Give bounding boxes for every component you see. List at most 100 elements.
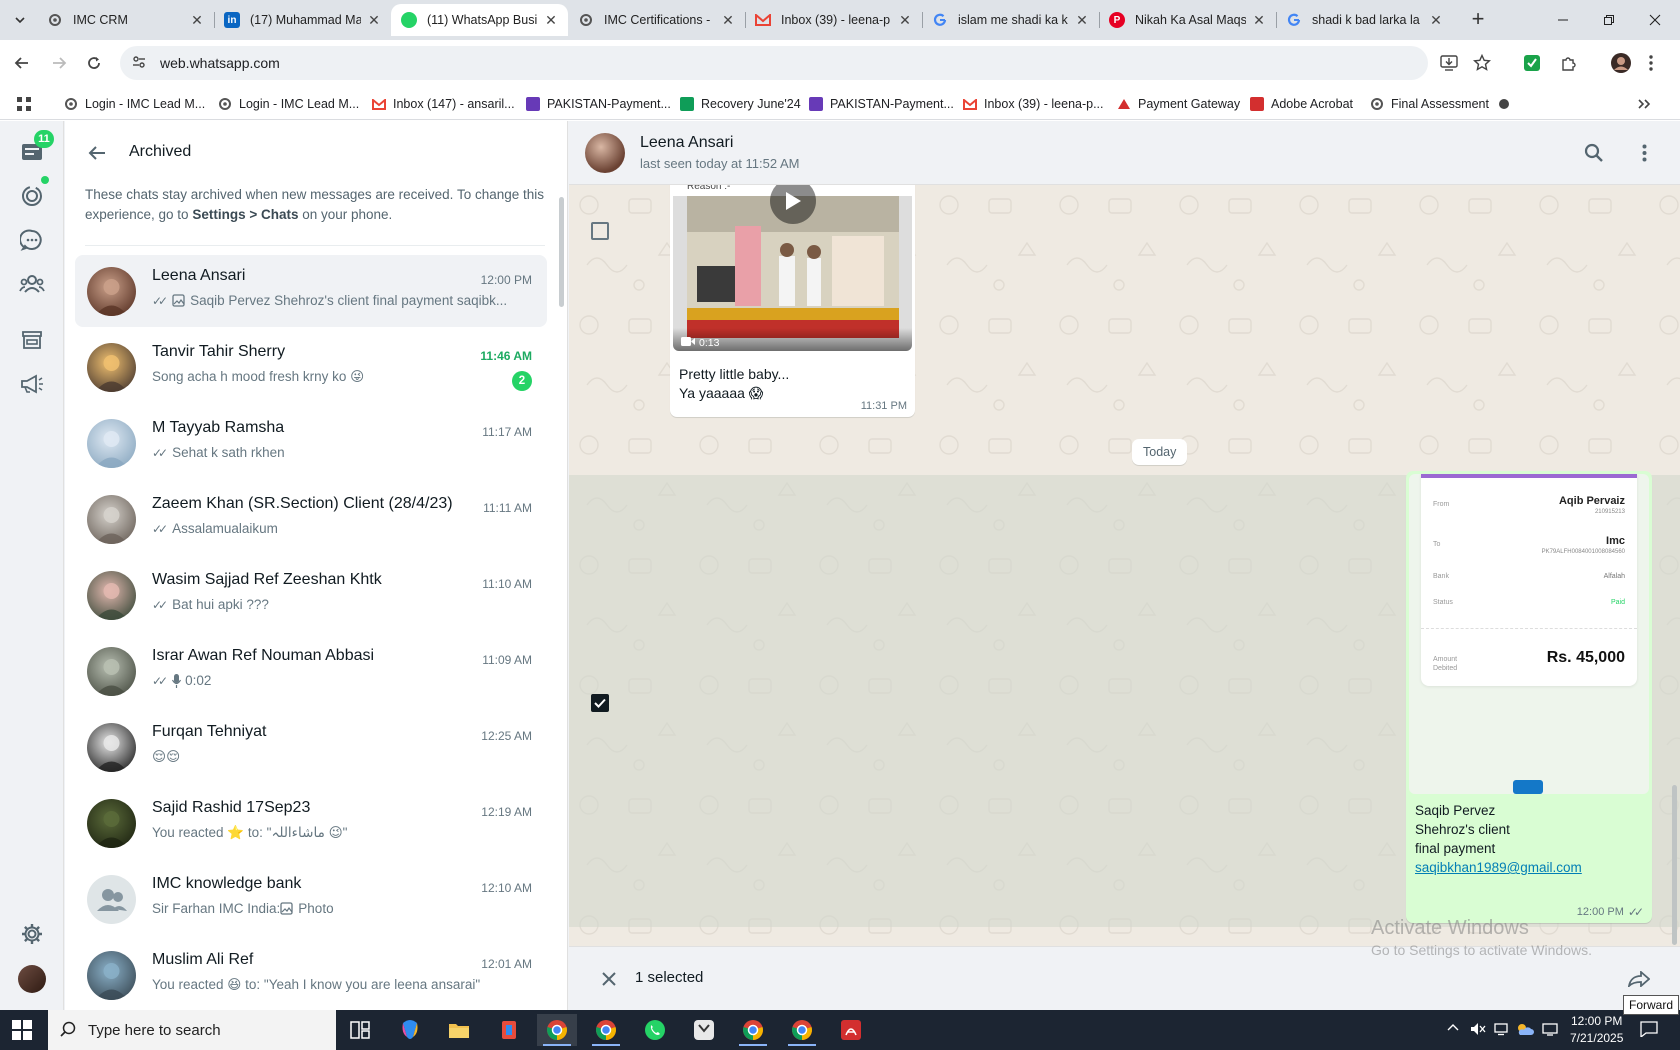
task-view-icon[interactable] <box>340 1014 380 1046</box>
chat-list-item[interactable]: Muslim Ali Ref 12:01 AM You reacted 😆 to: … <box>75 939 547 1010</box>
address-bar[interactable]: web.whatsapp.com <box>120 46 1428 80</box>
contact-avatar[interactable] <box>87 267 136 316</box>
new-tab-button[interactable]: + <box>1464 6 1492 34</box>
close-window-icon[interactable] <box>1632 0 1678 40</box>
menu-kebab-icon[interactable] <box>1632 141 1656 165</box>
taskbar-search-box[interactable]: Type here to search <box>48 1010 336 1050</box>
forward-arrow-icon[interactable] <box>46 50 72 76</box>
contact-avatar[interactable] <box>87 571 136 620</box>
network-icon[interactable] <box>1542 1022 1558 1039</box>
bookmark-star-icon[interactable] <box>1470 51 1494 75</box>
restore-window-icon[interactable] <box>1586 0 1632 40</box>
tab-search-chevron-icon[interactable] <box>8 8 32 32</box>
close-tab-icon[interactable]: ✕ <box>1252 12 1266 29</box>
copilot-icon[interactable] <box>390 1014 430 1046</box>
profile-avatar-icon[interactable] <box>1609 51 1633 75</box>
browser-tab[interactable]: IMC Certifications - ✕ <box>568 4 745 36</box>
contact-avatar[interactable] <box>87 951 136 1000</box>
bookmark-item[interactable]: PAKISTAN-Payment... <box>526 93 671 115</box>
communities-icon[interactable] <box>18 270 46 298</box>
back-arrow-icon[interactable] <box>9 50 35 76</box>
acrobat-icon[interactable] <box>831 1014 871 1046</box>
bookmark-item[interactable]: PAKISTAN-Payment... <box>809 93 954 115</box>
volume-muted-icon[interactable] <box>1470 1022 1486 1039</box>
contact-avatar[interactable] <box>87 343 136 392</box>
bookmark-item[interactable]: Adobe Acrobat <box>1250 93 1353 115</box>
clock-app-icon[interactable] <box>684 1014 724 1046</box>
bookmark-item[interactable]: Login - IMC Lead M... <box>218 93 359 115</box>
apps-grid-icon[interactable] <box>16 93 32 115</box>
contact-avatar[interactable] <box>87 419 136 468</box>
sidebar-scrollbar[interactable] <box>559 197 564 307</box>
extension-green-icon[interactable] <box>1520 51 1544 75</box>
browser-tab[interactable]: P Nikah Ka Asal Maqs ✕ <box>1099 4 1276 36</box>
close-tab-icon[interactable]: ✕ <box>190 12 204 29</box>
minimize-window-icon[interactable] <box>1540 0 1586 40</box>
my-profile-avatar[interactable] <box>18 965 46 993</box>
contact-avatar[interactable] <box>585 133 625 173</box>
select-message-checkbox[interactable] <box>591 222 609 240</box>
bookmark-extra-icon[interactable] <box>1497 93 1511 115</box>
chat-list-item[interactable]: M Tayyab Ramsha 11:17 AM ✓✓ Sehat k sath rk… <box>75 407 547 479</box>
notifications-icon[interactable] <box>1640 1021 1658 1040</box>
close-tab-icon[interactable]: ✕ <box>1075 12 1089 29</box>
cancel-selection-close-icon[interactable] <box>597 967 621 991</box>
close-tab-icon[interactable]: ✕ <box>1429 12 1443 29</box>
windows-start-icon[interactable] <box>12 1020 32 1040</box>
settings-gear-icon[interactable] <box>18 920 46 948</box>
contact-avatar[interactable] <box>87 495 136 544</box>
contact-avatar[interactable] <box>87 647 136 696</box>
message-area[interactable]: Reason :- 0:13 Pretty little baby... Ya … <box>569 185 1680 946</box>
browser-tab[interactable]: IMC CRM ✕ <box>37 4 214 36</box>
install-app-icon[interactable] <box>1437 51 1461 75</box>
chrome-icon[interactable] <box>782 1014 822 1046</box>
taskbar-app-icon[interactable] <box>489 1014 529 1046</box>
chat-list-item[interactable]: Zaeem Khan (SR.Section) Client (28/4/23)… <box>75 483 547 555</box>
close-tab-icon[interactable]: ✕ <box>367 12 381 29</box>
browser-tab[interactable]: (11) WhatsApp Busi ✕ <box>391 4 568 36</box>
search-icon[interactable] <box>1582 141 1606 165</box>
status-icon[interactable] <box>18 182 46 210</box>
extensions-puzzle-icon[interactable] <box>1557 51 1581 75</box>
chat-list-item[interactable]: Tanvir Tahir Sherry 11:46 AM Song acha h m… <box>75 331 547 403</box>
chrome-icon[interactable] <box>586 1014 626 1046</box>
incoming-video-message[interactable]: Reason :- 0:13 Pretty little baby... Ya … <box>670 185 915 417</box>
select-message-checkbox-checked[interactable] <box>591 694 609 712</box>
browser-tab[interactable]: islam me shadi ka k ✕ <box>922 4 1099 36</box>
back-arrow-icon[interactable] <box>85 141 109 165</box>
chat-list-item[interactable]: Furqan Tehniyat 12:25 AM 😌😌 <box>75 711 547 783</box>
bookmark-item[interactable]: Inbox (39) - leena-p... <box>963 93 1104 115</box>
close-tab-icon[interactable]: ✕ <box>544 12 558 29</box>
chrome-icon[interactable] <box>537 1014 577 1046</box>
whatsapp-icon[interactable] <box>635 1014 675 1046</box>
chat-list-item[interactable]: Wasim Sajjad Ref Zeeshan Khtk 11:10 AM ✓✓ B… <box>75 559 547 631</box>
file-explorer-icon[interactable] <box>439 1014 479 1046</box>
contact-avatar[interactable] <box>87 723 136 772</box>
taskbar-clock[interactable]: 12:00 PM 7/21/2025 <box>1570 1013 1623 1047</box>
video-thumbnail[interactable]: Reason :- 0:13 <box>673 185 912 351</box>
browser-tab[interactable]: Inbox (39) - leena-p ✕ <box>745 4 922 36</box>
contact-avatar[interactable] <box>87 799 136 848</box>
bookmark-item[interactable]: Payment Gateway <box>1117 93 1240 115</box>
browser-menu-icon[interactable] <box>1639 51 1663 75</box>
chat-list-item[interactable]: Sajid Rashid 17Sep23 12:19 AM You reacted … <box>75 787 547 859</box>
chrome-icon[interactable] <box>733 1014 773 1046</box>
site-settings-icon[interactable] <box>132 55 146 72</box>
forward-icon[interactable] <box>1627 967 1651 991</box>
bookmark-item[interactable]: Recovery June'24 <box>680 93 801 115</box>
close-tab-icon[interactable]: ✕ <box>721 12 735 29</box>
payment-receipt-image[interactable]: From Aqib Pervaiz 210915213 To Imc PK79A… <box>1409 474 1649 794</box>
channels-icon[interactable] <box>18 226 46 254</box>
chat-list-item[interactable]: IMC knowledge bank 12:10 AM Sir Farhan IMC… <box>75 863 547 935</box>
bookmark-item[interactable]: Login - IMC Lead M... <box>64 93 205 115</box>
outgoing-image-message[interactable]: From Aqib Pervaiz 210915213 To Imc PK79A… <box>1406 471 1652 923</box>
business-tools-icon[interactable] <box>18 326 46 354</box>
tray-overflow-chevron-icon[interactable] <box>1447 1022 1459 1035</box>
browser-tab[interactable]: shadi k bad larka la ✕ <box>1276 4 1453 36</box>
conversation-scrollbar[interactable] <box>1672 785 1677 945</box>
bookmark-item[interactable]: Inbox (147) - ansaril... <box>372 93 515 115</box>
conversation-header[interactable]: Leena Ansari last seen today at 11:52 AM <box>569 121 1680 185</box>
display-icon[interactable] <box>1494 1022 1508 1039</box>
advertise-megaphone-icon[interactable] <box>18 370 46 398</box>
chat-list-item[interactable]: Israr Awan Ref Nouman Abbasi 11:09 AM ✓✓ 0:… <box>75 635 547 707</box>
